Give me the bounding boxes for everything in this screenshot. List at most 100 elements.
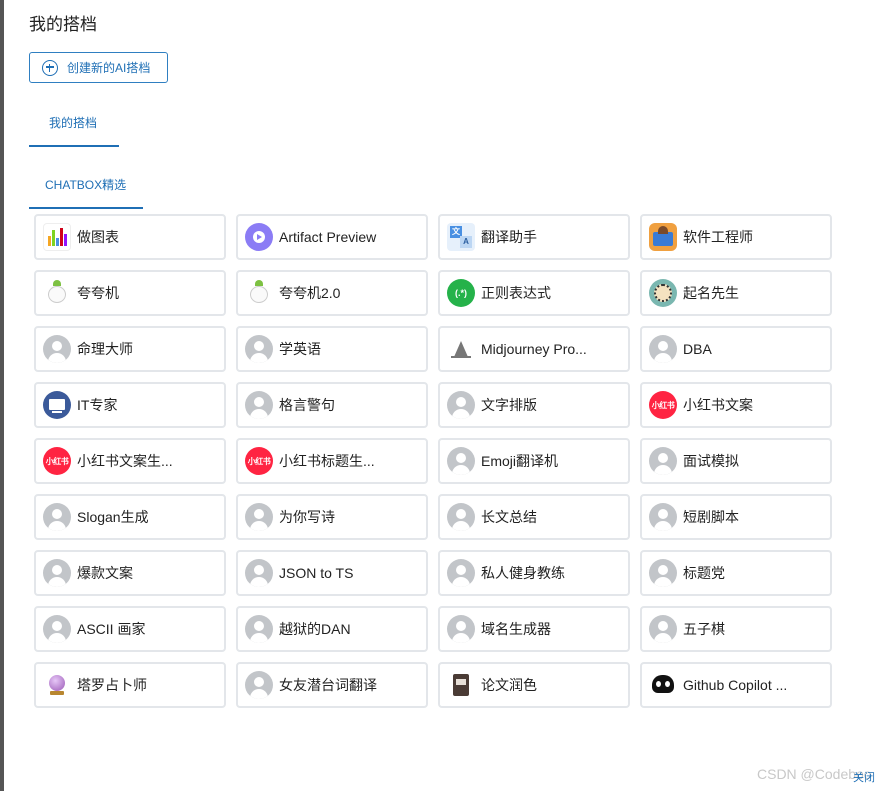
xiaohongshu-icon: 小红书 [245,447,273,475]
create-copilot-label: 创建新的AI搭档 [67,61,151,75]
copilot-name: 文字排版 [481,397,537,413]
default-avatar-icon [649,503,677,531]
copilot-card[interactable]: JSON to TS [236,550,428,596]
dialog-title: 我的搭档 [29,15,97,34]
copilot-card[interactable]: 格言警句 [236,382,428,428]
translate-icon [447,223,475,251]
chart-icon-bar [60,228,63,246]
copilot-card[interactable]: Github Copilot ... [640,662,832,708]
copilot-name: Github Copilot ... [683,677,788,693]
default-avatar-icon [447,615,475,643]
chart-icon-bar [56,238,59,246]
create-copilot-button[interactable]: 创建新的AI搭档 [29,52,168,83]
sailboat-icon [447,335,475,363]
copilot-card[interactable]: Midjourney Pro... [438,326,630,372]
copilot-card[interactable]: 做图表 [34,214,226,260]
copilot-name: 软件工程师 [683,229,753,245]
copilot-card[interactable]: 短剧脚本 [640,494,832,540]
copilot-name: 塔罗占卜师 [77,677,147,693]
copilot-name: 小红书文案 [683,397,753,413]
copilot-card[interactable]: 小红书 小红书标题生... [236,438,428,484]
crystal-ball-icon [43,671,71,699]
window-edge [0,0,4,791]
default-avatar-icon [245,335,273,363]
copilot-name: 私人健身教练 [481,565,565,581]
copilot-card[interactable]: Slogan生成 [34,494,226,540]
chart-icon-bar [48,236,51,246]
copilot-card[interactable]: 爆款文案 [34,550,226,596]
copilot-name: DBA [683,341,712,357]
copilot-name: Artifact Preview [279,229,377,245]
default-avatar-icon [245,671,273,699]
copilot-card[interactable]: 论文润色 [438,662,630,708]
copilot-card[interactable]: 翻译助手 [438,214,630,260]
copilot-name: 起名先生 [683,285,739,301]
close-button[interactable]: 关闭 [853,769,875,785]
xiaohongshu-icon: 小红书 [649,391,677,419]
copilot-card[interactable]: 夸夸机 [34,270,226,316]
copilot-card[interactable]: 起名先生 [640,270,832,316]
copilot-grid: 做图表 Artifact Preview 翻译助手 软件工程师夸夸机 夸夸机2.0 (.*… [34,214,832,708]
copilot-name: 短剧脚本 [683,509,739,525]
copilot-name: 长文总结 [481,509,537,525]
copilot-card[interactable]: 软件工程师 [640,214,832,260]
copilot-card[interactable]: 命理大师 [34,326,226,372]
copilot-name: 标题党 [683,565,725,581]
copilot-name: 女友潜台词翻译 [279,677,377,693]
copilot-card[interactable]: 为你写诗 [236,494,428,540]
mascot-icon [43,279,71,307]
default-avatar-icon [447,447,475,475]
copilot-name: Slogan生成 [77,509,149,525]
copilot-card[interactable]: 小红书 小红书文案生... [34,438,226,484]
copilot-name: 越狱的DAN [279,621,351,637]
copilot-card[interactable]: Artifact Preview [236,214,428,260]
copilot-name: 小红书文案生... [77,453,173,469]
copilot-card[interactable]: 面试模拟 [640,438,832,484]
copilot-name: 小红书标题生... [279,453,375,469]
play-icon [245,223,273,251]
copilot-card[interactable]: 夸夸机2.0 [236,270,428,316]
copilot-card[interactable]: Emoji翻译机 [438,438,630,484]
copilot-name: 面试模拟 [683,453,739,469]
copilot-card[interactable]: 越狱的DAN [236,606,428,652]
copilot-card[interactable]: 文字排版 [438,382,630,428]
copilot-card[interactable]: 小红书 小红书文案 [640,382,832,428]
copilot-card[interactable]: (.*) 正则表达式 [438,270,630,316]
copilot-card[interactable]: 标题党 [640,550,832,596]
copilot-name: 夸夸机 [77,285,119,301]
copilot-card[interactable]: ASCII 画家 [34,606,226,652]
copilot-name: JSON to TS [279,565,354,581]
copilot-card[interactable]: 五子棋 [640,606,832,652]
chart-icon [43,223,71,251]
tab-chatbox-featured[interactable]: CHATBOX精选 [29,176,143,209]
default-avatar-icon [43,503,71,531]
copilot-name: 五子棋 [683,621,725,637]
default-avatar-icon [43,615,71,643]
copilot-card[interactable]: 私人健身教练 [438,550,630,596]
copilot-card[interactable]: 域名生成器 [438,606,630,652]
copilot-card[interactable]: IT专家 [34,382,226,428]
copilot-name: 为你写诗 [279,509,335,525]
book-icon [447,671,475,699]
copilot-card[interactable]: DBA [640,326,832,372]
copilot-name: 命理大师 [77,341,133,357]
default-avatar-icon [245,615,273,643]
default-avatar-icon [447,503,475,531]
copilot-name: 学英语 [279,341,321,357]
default-avatar-icon [245,503,273,531]
copilot-name: 格言警句 [279,397,335,413]
copilot-name: Emoji翻译机 [481,453,559,469]
default-avatar-icon [245,559,273,587]
copilot-card[interactable]: 长文总结 [438,494,630,540]
copilot-name: ASCII 画家 [77,621,146,637]
copilot-name: 夸夸机2.0 [279,285,341,301]
copilot-card[interactable]: 学英语 [236,326,428,372]
default-avatar-icon [649,335,677,363]
naming-icon [649,279,677,307]
chart-icon-bar [64,234,67,246]
copilot-card[interactable]: 塔罗占卜师 [34,662,226,708]
copilot-card[interactable]: 女友潜台词翻译 [236,662,428,708]
chart-icon-bar [52,230,55,246]
tab-my-copilots[interactable]: 我的搭档 [29,114,119,147]
copilot-name: 翻译助手 [481,229,537,245]
